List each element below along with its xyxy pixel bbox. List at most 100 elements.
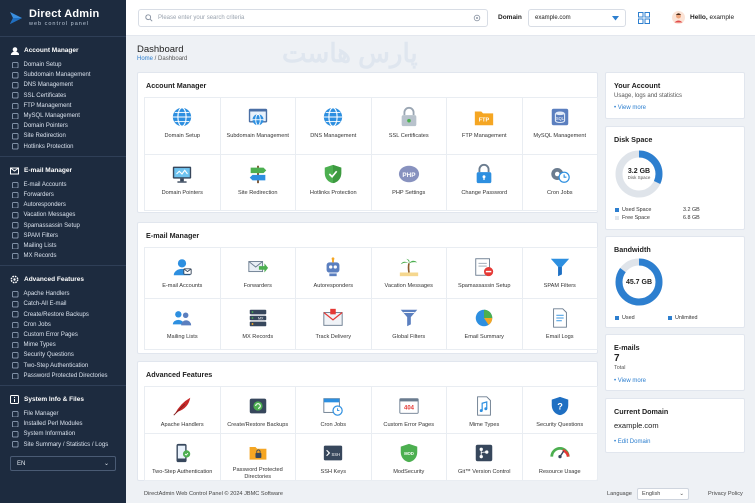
dashboard-tile[interactable]: Resource Usage: [522, 434, 598, 481]
dashboard-tile[interactable]: Apache Handlers: [145, 387, 221, 434]
dashboard-tile[interactable]: PHP PHP Settings: [371, 155, 447, 211]
dashboard-tile[interactable]: Two-Step Authentication: [145, 434, 221, 481]
your-account-widget: Your Account Usage, logs and statistics …: [605, 72, 745, 119]
language-select[interactable]: EN ⌄: [10, 456, 116, 471]
apps-grid-icon[interactable]: [638, 12, 650, 24]
sidebar-item[interactable]: Hotlinks Protection: [0, 142, 126, 152]
sidebar-section-title: Account Manager: [24, 47, 79, 54]
tile-label: Spamassassin Setup: [457, 283, 511, 289]
dashboard-tile[interactable]: Hotlinks Protection: [296, 155, 372, 211]
dashboard-tile[interactable]: Change Password: [447, 155, 523, 211]
sidebar-item[interactable]: MySQL Management: [0, 111, 126, 121]
sidebar-item[interactable]: SPAM Filters: [0, 231, 126, 241]
sidebar-item[interactable]: Site Summary / Statistics / Logs: [0, 439, 126, 449]
dashboard-tile[interactable]: SSH SSH Keys: [296, 434, 372, 481]
your-account-text: Usage, logs and statistics: [614, 93, 683, 99]
sidebar-item[interactable]: E-mail Accounts: [0, 180, 126, 190]
footer-language-select[interactable]: English ⌄: [637, 488, 689, 500]
sidebar-item[interactable]: Catch-All E-mail: [0, 299, 126, 309]
dashboard-tile[interactable]: MX MX Records: [220, 299, 296, 350]
dashboard-tile[interactable]: 404 Custom Error Pages: [371, 387, 447, 434]
dashboard-tile[interactable]: SSL Certificates: [371, 98, 447, 155]
sidebar-item[interactable]: Cron Jobs: [0, 320, 126, 330]
sidebar-item[interactable]: Apache Handlers: [0, 289, 126, 299]
phone-icon: [176, 443, 191, 463]
domain-select-value: example.com: [535, 15, 571, 21]
dashboard-tile[interactable]: Mime Types: [447, 387, 523, 434]
dashboard-tile[interactable]: E-mail Accounts: [145, 248, 221, 299]
dashboard-tile[interactable]: Cron Jobs: [522, 155, 598, 211]
sidebar-section-header[interactable]: Advanced Features: [0, 272, 126, 289]
sidebar-section-header[interactable]: Account Manager: [0, 43, 126, 60]
sidebar-section: E-mail Manager E-mail Accounts Forwarders A…: [0, 157, 126, 266]
dashboard-tile[interactable]: SQL MySQL Management: [522, 98, 598, 155]
legend-swatch-unlimited: [668, 316, 672, 320]
sidebar-item[interactable]: Domain Pointers: [0, 121, 126, 131]
sidebar-item[interactable]: System Information: [0, 429, 126, 439]
privacy-policy-link[interactable]: Privacy Policy: [708, 491, 743, 497]
dashboard-tile[interactable]: MOD ModSecurity: [371, 434, 447, 481]
dashboard-tile[interactable]: Password Protected Directories: [220, 434, 296, 481]
search-input[interactable]: Please enter your search criteria: [138, 9, 488, 27]
sidebar-item-label: Site Summary / Statistics / Logs: [23, 441, 109, 448]
dashboard-tile[interactable]: Track Delivery: [296, 299, 372, 350]
user-menu[interactable]: Hello, example: [672, 11, 734, 24]
dashboard-tile[interactable]: SPAM Filters: [522, 248, 598, 299]
sidebar-item[interactable]: DNS Management: [0, 80, 126, 90]
breadcrumb-home[interactable]: Home: [137, 56, 153, 62]
email-manager-panel: E-mail Manager E-mail Accounts Forwarders…: [137, 222, 598, 354]
dashboard-tile[interactable]: Email Summary: [447, 299, 523, 350]
sidebar-item[interactable]: Password Protected Directories: [0, 371, 126, 381]
dashboard-tile[interactable]: Autoresponders: [296, 248, 372, 299]
dashboard-tile[interactable]: Email Logs: [522, 299, 598, 350]
current-domain-value: example.com: [614, 421, 659, 430]
sidebar-item[interactable]: Autoresponders: [0, 200, 126, 210]
domain-select[interactable]: example.com: [528, 9, 626, 27]
your-account-view-more-link[interactable]: • View more: [614, 105, 646, 111]
sidebar-item[interactable]: FTP Management: [0, 101, 126, 111]
sidebar-item[interactable]: MX Records: [0, 251, 126, 261]
sidebar-item[interactable]: Custom Error Pages: [0, 330, 126, 340]
sidebar: Direct Admin web control panel Account M…: [0, 0, 126, 503]
sidebar-section-header[interactable]: E-mail Manager: [0, 163, 126, 180]
sidebar-item[interactable]: Security Questions: [0, 350, 126, 360]
sidebar-item[interactable]: Installed Perl Modules: [0, 419, 126, 429]
sidebar-item[interactable]: Create/Restore Backups: [0, 310, 126, 320]
dashboard-tile[interactable]: Git™ Version Control: [447, 434, 523, 481]
tile-label: E-mail Accounts: [162, 283, 203, 289]
tile-label: Hotlinks Protection: [309, 190, 357, 196]
sidebar-item[interactable]: Forwarders: [0, 190, 126, 200]
dashboard-tile[interactable]: Cron Jobs: [296, 387, 372, 434]
terminal-icon: SSH: [324, 445, 343, 461]
sidebar-item[interactable]: Spamassassin Setup: [0, 220, 126, 230]
dashboard-tile[interactable]: Domain Pointers: [145, 155, 221, 211]
settings-icon[interactable]: [473, 14, 481, 22]
brand-logo[interactable]: Direct Admin web control panel: [0, 0, 126, 36]
sidebar-item[interactable]: Subdomain Management: [0, 70, 126, 80]
dashboard-tile[interactable]: Global Filters: [371, 299, 447, 350]
menu-item-icon: [12, 222, 19, 229]
dashboard-tile[interactable]: Forwarders: [220, 248, 296, 299]
dashboard-tile[interactable]: Domain Setup: [145, 98, 221, 155]
edit-domain-link[interactable]: • Edit Domain: [614, 439, 650, 445]
dashboard-tile[interactable]: Subdomain Management: [220, 98, 296, 155]
sidebar-item[interactable]: Domain Setup: [0, 60, 126, 70]
sidebar-item[interactable]: Two-Step Authentication: [0, 361, 126, 371]
sidebar-item[interactable]: Site Redirection: [0, 131, 126, 141]
dashboard-tile[interactable]: Create/Restore Backups: [220, 387, 296, 434]
sidebar-item[interactable]: Mailing Lists: [0, 241, 126, 251]
dashboard-tile[interactable]: ? Security Questions: [522, 387, 598, 434]
dashboard-tile[interactable]: Spamassassin Setup: [447, 248, 523, 299]
dashboard-tile[interactable]: Vacation Messages: [371, 248, 447, 299]
dashboard-tile[interactable]: Mailing Lists: [145, 299, 221, 350]
dashboard-tile[interactable]: FTP FTP Management: [447, 98, 523, 155]
dashboard-tile[interactable]: Site Redirection: [220, 155, 296, 211]
sidebar-item-label: Create/Restore Backups: [23, 311, 89, 318]
dashboard-tile[interactable]: DNS Management: [296, 98, 372, 155]
sidebar-item[interactable]: Vacation Messages: [0, 210, 126, 220]
sidebar-item[interactable]: SSL Certificates: [0, 91, 126, 101]
sidebar-item[interactable]: Mime Types: [0, 340, 126, 350]
sidebar-item[interactable]: File Manager: [0, 409, 126, 419]
emails-view-more-link[interactable]: • View more: [614, 378, 646, 384]
sidebar-section-header[interactable]: System Info & Files: [0, 392, 126, 409]
